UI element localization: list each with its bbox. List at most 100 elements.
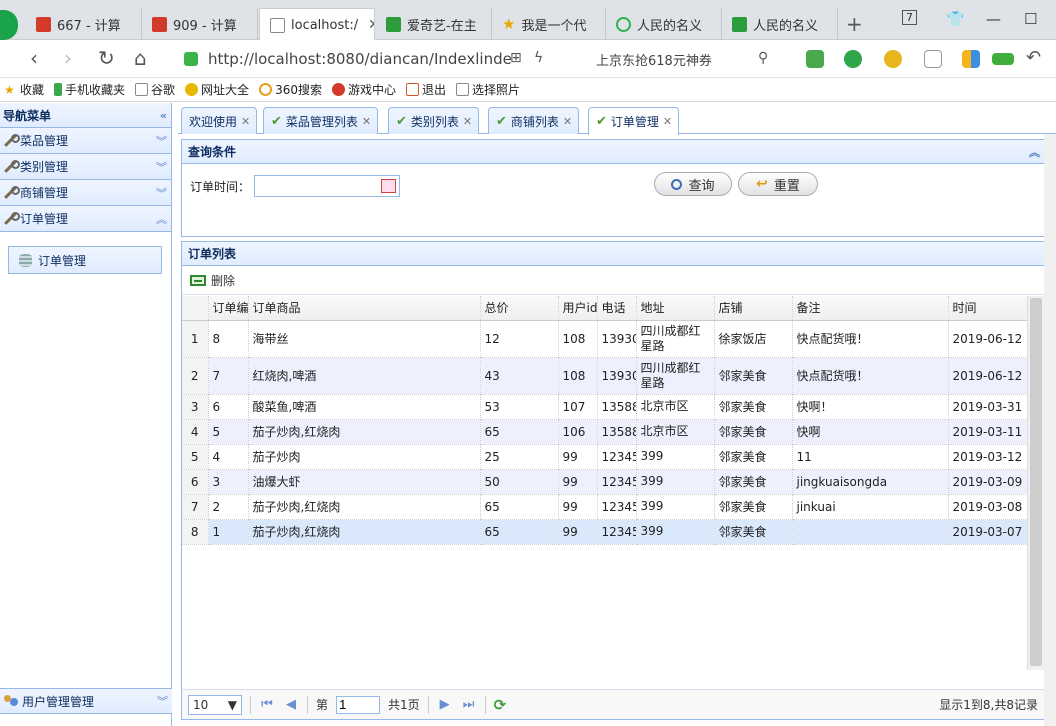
table-cell-phone: 13930 [597,357,637,395]
minimize-icon[interactable]: — [986,10,1001,28]
table-cell-time: 2019-03-31 [948,394,1028,420]
scrollbar-thumb[interactable] [1030,298,1042,666]
table-row[interactable]: 5 4 茄子炒肉 25 99 12345 399 邻家美食 11 2019-03-12 [182,444,1028,470]
close-icon[interactable]: ✕ [241,115,250,128]
next-page-icon[interactable]: ▶ [437,697,453,712]
table-row[interactable]: 6 3 油爆大虾 50 99 12345 399 邻家美食 jingkuaisongda 2019… [182,469,1028,495]
calendar-icon[interactable] [381,179,397,193]
browser-tab-2[interactable]: 909 - 计算 [142,8,258,40]
sidebar-section-dishes[interactable]: 菜品管理 ︾ [0,128,171,154]
tab-welcome[interactable]: 欢迎使用 ✕ [181,107,258,134]
tab-order-management[interactable]: ✔ 订单管理 ✕ [588,107,680,135]
expand-icon[interactable]: ︾ [156,133,167,149]
sidebar-section-categories[interactable]: 类别管理 ︾ [0,154,171,180]
shirt-icon[interactable]: 👕 [946,10,965,28]
table-row[interactable]: 4 5 茄子炒肉,红烧肉 65 106 13588 北京市区 邻家美食 快啊 2019-03-11 [182,419,1028,445]
column-header[interactable]: 时间 [948,296,1028,321]
page-size-select[interactable]: 10 ▼ [188,694,242,715]
browser-tab-6[interactable]: 人民的名义 [606,8,722,40]
lightning-icon[interactable]: ϟ [534,50,543,66]
scissors-icon[interactable] [806,50,824,68]
close-icon[interactable]: ✕ [563,115,572,128]
close-icon[interactable]: ✕ [362,115,371,128]
sidebar-section-shops[interactable]: 商铺管理 ︾ [0,180,171,206]
column-header[interactable]: 订单商品 [248,296,481,321]
expand-icon[interactable]: ︾ [156,159,167,175]
grid-toolbar: 删除 [182,266,1044,295]
bookmark-google[interactable]: 谷歌 [135,81,175,98]
maximize-icon[interactable]: ☐ [1024,10,1037,28]
coin-icon[interactable] [884,50,902,68]
tab-dish-list[interactable]: ✔ 菜品管理列表 ✕ [263,107,379,134]
collapse-left-icon[interactable]: « [160,109,167,122]
delete-button[interactable]: 删除 [190,272,235,289]
browser-tab-7[interactable]: 人民的名义 [722,8,838,40]
table-cell-phone: 12345 [597,519,637,545]
table-row[interactable]: 7 2 茄子炒肉,红烧肉 65 99 12345 399 邻家美食 jinkuai 2019-03… [182,494,1028,520]
search-button[interactable]: 查询 [654,172,732,196]
bookmark-photos[interactable]: 选择照片 [456,81,520,98]
battery-icon[interactable] [992,53,1014,65]
undo-icon[interactable]: ↶ [1026,47,1041,68]
bookmark-exit[interactable]: 退出 [405,81,446,98]
last-page-icon[interactable]: ⏭ [461,697,477,712]
column-header[interactable]: 用户id [558,296,598,321]
column-header[interactable]: 店铺 [714,296,793,321]
bookmark-360[interactable]: 360搜索 [259,81,322,98]
reload-icon[interactable]: ↻ [98,46,115,70]
page-number-input[interactable] [336,695,381,714]
bookmark-favorites[interactable]: ★ 收藏 [4,81,44,98]
browser-tab-5[interactable]: ★ 我是一个代 [492,8,606,40]
column-header[interactable]: 电话 [597,296,637,321]
bookmark-games[interactable]: 游戏中心 [331,81,396,98]
back-icon[interactable]: ‹ [30,46,38,70]
forward-icon[interactable]: › [64,46,72,70]
browser-tab-4[interactable]: 爱奇艺-在主 [376,8,492,40]
sidebar-item-order-management[interactable]: 订单管理 [8,246,162,274]
expand-icon[interactable]: ︾ [157,693,168,709]
close-tab-icon[interactable]: ✕ [368,17,374,33]
browser-logo-icon[interactable] [0,10,18,40]
table-row[interactable]: 2 7 红烧肉,啤酒 43 108 13930 四川成都红星路 邻家美食 快点配货哦！ 2019-… [182,357,1028,395]
close-icon[interactable]: ✕ [463,115,472,128]
home-icon[interactable]: ⌂ [134,46,147,70]
close-icon[interactable]: ✕ [663,115,672,128]
refresh-icon[interactable]: ⟳ [494,696,507,714]
order-time-date-input[interactable] [254,175,401,197]
tab-count-badge[interactable]: 7 [902,10,917,25]
column-header[interactable]: 备注 [792,296,949,321]
grid-apps-icon[interactable]: ⊞ [510,50,522,66]
expand-icon[interactable]: ︾ [156,185,167,201]
sidebar-section-orders[interactable]: 订单管理 ︽ [0,206,171,232]
table-cell-id: 5 [208,419,249,445]
table-cell-id: 3 [208,469,249,495]
promo-text[interactable]: 上京东抢618元神券 [596,50,712,69]
page-vertical-scrollbar[interactable] [1044,134,1056,726]
column-header[interactable]: 订单编号 [208,296,249,321]
new-tab-icon[interactable]: + [846,12,863,36]
table-row[interactable]: 8 1 茄子炒肉,红烧肉 65 99 12345 399 邻家美食 2019-03-07 [182,519,1028,545]
bookmark-sites[interactable]: 网址大全 [185,81,249,98]
search-icon[interactable]: ⚲ [758,50,768,66]
apps-icon[interactable] [962,50,980,68]
collapse-icon[interactable]: ︽ [156,211,167,227]
grid-vertical-scrollbar[interactable] [1027,296,1044,670]
sidebar-section-label: 菜品管理 [20,134,69,148]
tab-shop-list[interactable]: ✔ 商铺列表 ✕ [488,107,580,134]
prev-page-icon[interactable]: ◀ [283,697,299,712]
column-header[interactable]: 地址 [636,296,715,321]
sidebar-section-users[interactable]: 用户管理管理 ︾ [0,688,172,714]
tab-category-list[interactable]: ✔ 类别列表 ✕ [388,107,480,134]
table-cell-addr: 四川成都红星路 [636,357,715,395]
bookmark-mobile[interactable]: 手机收藏夹 [54,81,125,98]
browser-tab-1[interactable]: 667 - 计算 [26,8,142,40]
translate-icon[interactable] [844,50,862,68]
column-header[interactable]: 总价 [480,296,559,321]
collapse-icon[interactable]: ︽ [1029,144,1040,160]
first-page-icon[interactable]: ⏮ [259,697,275,712]
mail-icon[interactable] [924,50,942,68]
reset-button[interactable]: ↩ 重置 [738,172,818,196]
browser-tab-3-active[interactable]: localhost:/ ✕ [259,8,375,41]
table-row[interactable]: 3 6 酸菜鱼,啤酒 53 107 13588 北京市区 邻家美食 快啊！ 2019-03-31 [182,394,1028,420]
table-row[interactable]: 1 8 海带丝 12 108 13930 四川成都红星路 徐家饭店 快点配货哦！ 2019-06-… [182,320,1028,358]
